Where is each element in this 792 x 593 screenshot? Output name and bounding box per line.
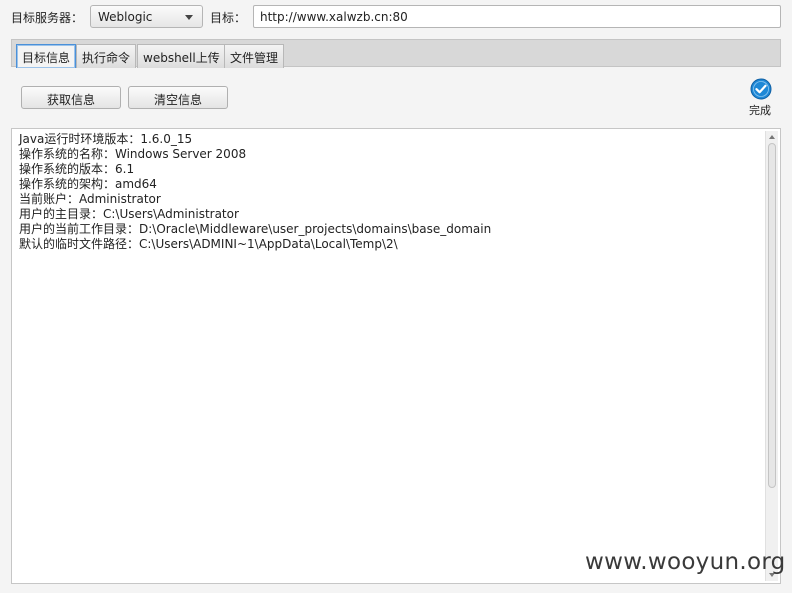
output-lines: Java运行时环境版本：1.6.0_15 操作系统的名称：Windows Ser…	[19, 132, 764, 252]
top-toolbar: 目标服务器： Weblogic 目标：	[0, 0, 792, 34]
server-label: 目标服务器：	[11, 11, 84, 25]
output-line: 默认的临时文件路径：C:\Users\ADMINI~1\AppData\Loca…	[19, 237, 398, 251]
watermark: www.wooyun.org	[585, 549, 786, 575]
output-textarea[interactable]: Java运行时环境版本：1.6.0_15 操作系统的名称：Windows Ser…	[11, 128, 781, 584]
output-line: 操作系统的名称：Windows Server 2008	[19, 147, 247, 161]
check-circle-icon	[750, 78, 772, 100]
output-line: Java运行时环境版本：1.6.0_15	[19, 132, 193, 146]
status-label: 完成	[749, 104, 771, 117]
server-select[interactable]: Weblogic	[90, 5, 203, 28]
output-line: 用户的当前工作目录：D:\Oracle\Middleware\user_proj…	[19, 222, 492, 236]
output-line: 操作系统的架构：amd64	[19, 177, 157, 191]
target-url-input[interactable]	[253, 5, 781, 28]
tab-bar: 目标信息 执行命令 webshell上传 文件管理	[11, 39, 781, 68]
vertical-scrollbar[interactable]	[765, 131, 778, 581]
get-info-button[interactable]: 获取信息	[21, 86, 121, 109]
output-line: 操作系统的版本：6.1	[19, 162, 135, 176]
output-line: 当前账户：Administrator	[19, 192, 161, 206]
clear-info-button[interactable]: 清空信息	[128, 86, 228, 109]
scrollbar-thumb[interactable]	[768, 143, 776, 488]
tab-webshell-upload[interactable]: webshell上传	[137, 44, 226, 68]
tab-execute-command[interactable]: 执行命令	[76, 44, 137, 68]
target-label: 目标：	[210, 11, 247, 25]
chevron-down-icon	[185, 15, 193, 20]
output-line: 用户的主目录：C:\Users\Administrator	[19, 207, 239, 221]
scroll-up-arrow-icon[interactable]	[769, 135, 775, 139]
tab-file-manager[interactable]: 文件管理	[224, 44, 285, 68]
tab-target-info[interactable]: 目标信息	[16, 44, 77, 68]
server-select-value: Weblogic	[98, 10, 153, 24]
